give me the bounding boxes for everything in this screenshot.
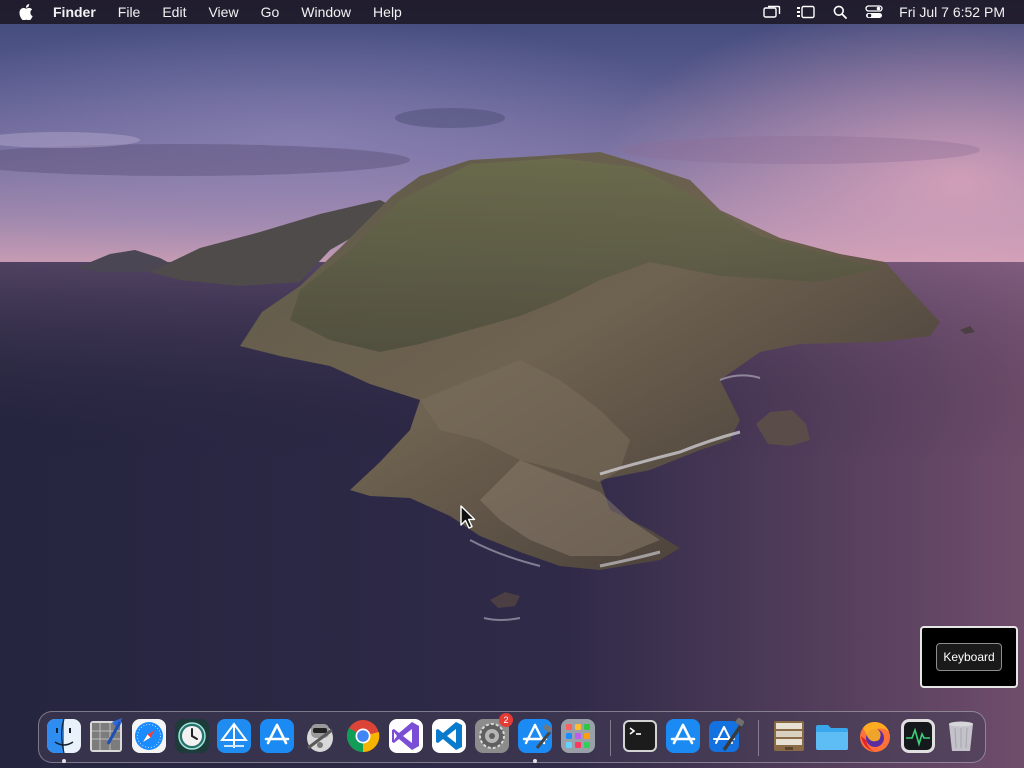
finder-icon bbox=[47, 718, 81, 754]
dock-item-safari[interactable] bbox=[131, 718, 167, 754]
firefox-icon bbox=[860, 722, 890, 752]
notification-badge: 2 bbox=[499, 713, 513, 727]
terminal-icon bbox=[623, 720, 657, 752]
dock-item-archive-utility[interactable] bbox=[771, 718, 807, 754]
script-editor-icon bbox=[90, 718, 122, 752]
menubar-clock[interactable]: Fri Jul 7 6:52 PM bbox=[899, 4, 1005, 20]
menu-bar: Finder File Edit View Go Window Help Fri… bbox=[0, 0, 1024, 24]
apple-icon[interactable] bbox=[15, 0, 37, 24]
dock-item-visual-studio[interactable] bbox=[388, 718, 424, 754]
dock-item-system-settings[interactable]: 2 bbox=[474, 713, 513, 754]
dock-item-launchpad[interactable] bbox=[560, 718, 596, 754]
folder-icon bbox=[816, 725, 848, 750]
trash-icon bbox=[949, 721, 973, 751]
dock-item-activity-monitor[interactable] bbox=[900, 718, 936, 754]
dock-item-xcode[interactable] bbox=[708, 718, 744, 754]
dock-item-terminal[interactable] bbox=[622, 718, 658, 754]
menu-file[interactable]: File bbox=[107, 0, 152, 24]
archive-icon bbox=[774, 721, 804, 751]
menu-edit[interactable]: Edit bbox=[151, 0, 197, 24]
menu-view[interactable]: View bbox=[197, 0, 249, 24]
dock-item-vscode[interactable] bbox=[431, 718, 467, 754]
launchpad-icon bbox=[561, 719, 595, 753]
menu-window[interactable]: Window bbox=[290, 0, 362, 24]
stage-manager-icon[interactable] bbox=[795, 0, 817, 24]
desktop-wallpaper bbox=[0, 0, 1024, 768]
activity-monitor-icon bbox=[901, 719, 935, 753]
visual-studio-icon bbox=[389, 719, 423, 753]
chrome-icon bbox=[346, 720, 380, 753]
dock-item-app-store-2[interactable] bbox=[665, 718, 701, 754]
spotlight-search-icon[interactable] bbox=[829, 0, 851, 24]
menu-go[interactable]: Go bbox=[250, 0, 291, 24]
dock-separator bbox=[758, 720, 759, 756]
dock-item-app-store[interactable] bbox=[259, 718, 295, 754]
app-store-icon bbox=[666, 719, 700, 753]
dock-item-firefox[interactable] bbox=[857, 718, 893, 754]
menubar-status-area: Fri Jul 7 6:52 PM bbox=[749, 0, 1024, 24]
running-indicator bbox=[62, 759, 66, 763]
keyboard-popup: Keyboard bbox=[920, 626, 1018, 688]
dock-item-instruments[interactable] bbox=[216, 718, 252, 754]
dock-item-finder[interactable] bbox=[46, 718, 82, 763]
automator-icon bbox=[307, 724, 333, 752]
dock-item-xcode-installer[interactable] bbox=[517, 718, 553, 763]
dock-item-folder[interactable] bbox=[814, 718, 850, 754]
time-machine-icon bbox=[175, 719, 209, 753]
dock-item-chrome[interactable] bbox=[345, 718, 381, 754]
screen-mirroring-icon[interactable] bbox=[761, 0, 783, 24]
menu-app-name[interactable]: Finder bbox=[53, 0, 107, 24]
running-indicator bbox=[533, 759, 537, 763]
dock-item-time-machine[interactable] bbox=[174, 718, 210, 754]
dock-item-trash[interactable] bbox=[943, 718, 979, 754]
app-store-icon bbox=[260, 719, 294, 753]
xcode-icon bbox=[709, 718, 744, 752]
dock-separator bbox=[610, 720, 611, 756]
wallpaper-island-art bbox=[0, 108, 1024, 768]
xcode-installer-icon bbox=[518, 719, 553, 753]
dock-item-automator[interactable] bbox=[302, 718, 338, 754]
keyboard-button[interactable]: Keyboard bbox=[936, 643, 1002, 671]
menu-help[interactable]: Help bbox=[362, 0, 413, 24]
dock: 2 bbox=[38, 711, 986, 763]
instruments-icon bbox=[217, 719, 251, 753]
vscode-icon bbox=[432, 719, 466, 753]
dock-item-script-editor[interactable] bbox=[88, 718, 124, 754]
control-center-icon[interactable] bbox=[863, 0, 885, 24]
mouse-pointer-icon bbox=[460, 505, 478, 531]
safari-icon bbox=[132, 719, 166, 753]
